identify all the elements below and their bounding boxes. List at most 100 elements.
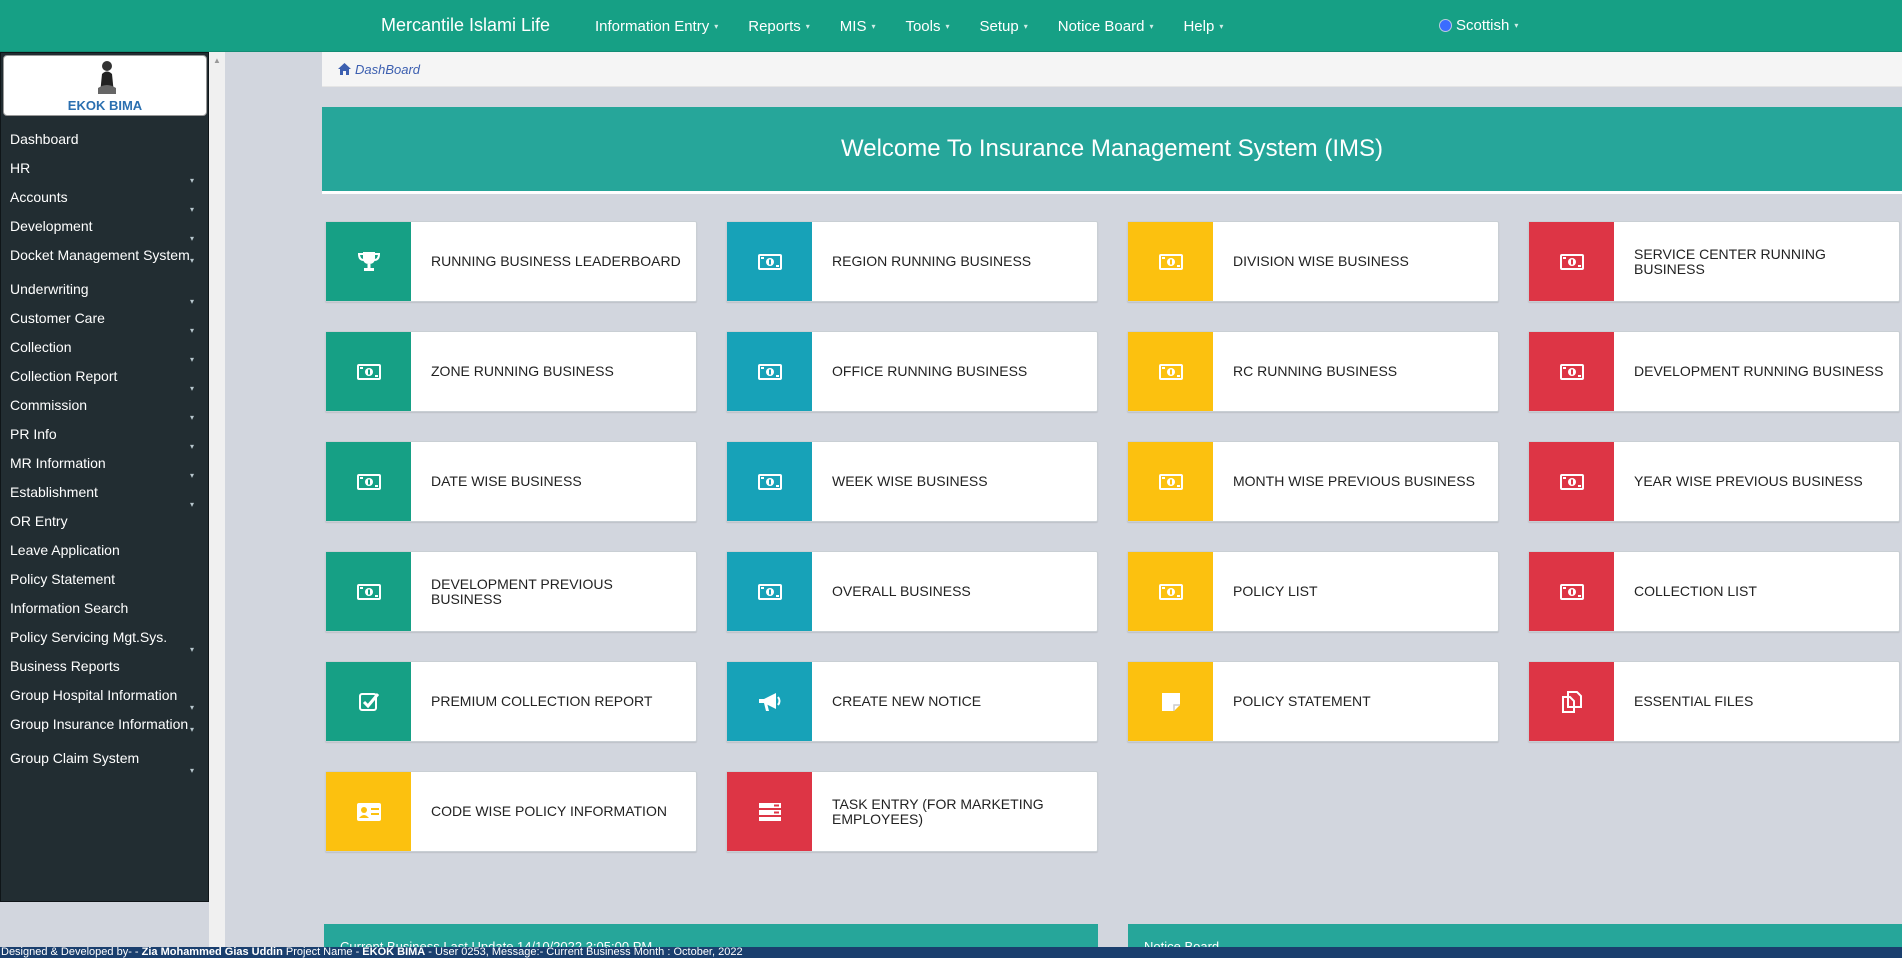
tile-week-wise-business[interactable]: WEEK WISE BUSINESS xyxy=(726,441,1098,522)
sidebar-item-hr[interactable]: HR ▾ xyxy=(1,154,208,185)
scroll-up-icon[interactable]: ▲ xyxy=(213,56,221,65)
sidebar-scrollbar[interactable]: ▲ xyxy=(209,52,225,947)
nav-setup[interactable]: Setup ▾ xyxy=(965,0,1043,52)
tile-development-running-business[interactable]: DEVELOPMENT RUNNING BUSINESS xyxy=(1528,331,1900,412)
user-name: Scottish xyxy=(1456,17,1510,34)
nav-label: Information Entry xyxy=(595,17,710,35)
tile-label: MONTH WISE PREVIOUS BUSINESS xyxy=(1233,473,1475,489)
sidebar-item-label: Group Claim System xyxy=(10,750,140,766)
caret-down-icon: ▾ xyxy=(1023,21,1028,31)
tile-overall-business[interactable]: OVERALL BUSINESS xyxy=(726,551,1098,632)
sidebar-item-mr-information[interactable]: MR Information ▾ xyxy=(1,449,208,480)
sidebar-item-label: PR Info xyxy=(10,426,57,442)
nav-information-entry[interactable]: Information Entry ▾ xyxy=(580,0,733,52)
sidebar-menu: Dashboard HR ▾ Accounts ▾ Development ▾ Docket … xyxy=(1,125,208,775)
tile-division-wise-business[interactable]: DIVISION WISE BUSINESS xyxy=(1127,221,1499,302)
nav-notice-board[interactable]: Notice Board ▾ xyxy=(1043,0,1169,52)
sidebar-item-customer-care[interactable]: Customer Care ▾ xyxy=(1,304,208,335)
nav-reports[interactable]: Reports ▾ xyxy=(733,0,825,52)
footer-user: - User 0253 xyxy=(425,947,486,958)
sidebar-item-development[interactable]: Development ▾ xyxy=(1,212,208,243)
sidebar-item-docket-management-system[interactable]: Docket Management System ▾ xyxy=(1,241,208,275)
sidebar-item-group-insurance-information[interactable]: Group Insurance Information ▾ xyxy=(1,710,208,744)
tile-rc-running-business[interactable]: RC RUNNING BUSINESS xyxy=(1127,331,1499,412)
sidebar-item-label: Establishment xyxy=(10,484,98,500)
tile-label: OVERALL BUSINESS xyxy=(832,583,971,599)
tile-running-business-leaderboard[interactable]: RUNNING BUSINESS LEADERBOARD xyxy=(325,221,697,302)
welcome-banner: Welcome To Insurance Management System (… xyxy=(322,107,1902,194)
tile-create-new-notice[interactable]: CREATE NEW NOTICE xyxy=(726,661,1098,742)
tile-label: OFFICE RUNNING BUSINESS xyxy=(832,363,1028,379)
sidebar-item-dashboard[interactable]: Dashboard xyxy=(1,125,208,154)
sidebar-item-label: Docket Management System xyxy=(10,247,190,263)
money-icon xyxy=(1128,332,1213,411)
brand-title[interactable]: Mercantile Islami Life xyxy=(381,15,550,36)
sidebar-item-accounts[interactable]: Accounts ▾ xyxy=(1,183,208,214)
tile-premium-collection-report[interactable]: PREMIUM COLLECTION REPORT xyxy=(325,661,697,742)
sidebar-item-establishment[interactable]: Establishment ▾ xyxy=(1,478,208,509)
sidebar-item-underwriting[interactable]: Underwriting ▾ xyxy=(1,275,208,306)
user-menu[interactable]: Scottish ▾ xyxy=(1439,17,1518,34)
sidebar-item-policy-servicing-mgt-sys[interactable]: Policy Servicing Mgt.Sys. ▾ xyxy=(1,623,208,654)
tile-label: DATE WISE BUSINESS xyxy=(431,473,582,489)
tile-date-wise-business[interactable]: DATE WISE BUSINESS xyxy=(325,441,697,522)
money-icon xyxy=(1128,442,1213,521)
sidebar-item-label: Business Reports xyxy=(10,658,120,674)
breadcrumb-link-dashboard[interactable]: DashBoard xyxy=(355,62,420,77)
tile-policy-statement[interactable]: POLICY STATEMENT xyxy=(1127,661,1499,742)
tile-code-wise-policy-information[interactable]: CODE WISE POLICY INFORMATION xyxy=(325,771,697,852)
tile-label: COLLECTION LIST xyxy=(1634,583,1757,599)
sidebar-item-collection[interactable]: Collection ▾ xyxy=(1,333,208,364)
sidebar-item-group-claim-system[interactable]: Group Claim System ▾ xyxy=(1,744,208,775)
tile-office-running-business[interactable]: OFFICE RUNNING BUSINESS xyxy=(726,331,1098,412)
nav-help[interactable]: Help ▾ xyxy=(1168,0,1238,52)
user-icon xyxy=(1439,19,1452,32)
tile-region-running-business[interactable]: REGION RUNNING BUSINESS xyxy=(726,221,1098,302)
tile-year-wise-previous-business[interactable]: YEAR WISE PREVIOUS BUSINESS xyxy=(1528,441,1900,522)
tile-essential-files[interactable]: ESSENTIAL FILES xyxy=(1528,661,1900,742)
tile-collection-list[interactable]: COLLECTION LIST xyxy=(1528,551,1900,632)
sidebar-item-business-reports[interactable]: Business Reports xyxy=(1,652,208,681)
sidebar-item-pr-info[interactable]: PR Info ▾ xyxy=(1,420,208,451)
sidebar-item-label: Customer Care xyxy=(10,310,105,326)
sidebar-item-or-entry[interactable]: OR Entry xyxy=(1,507,208,536)
tile-task-entry-for-marketing-employees[interactable]: TASK ENTRY (FOR MARKETING EMPLOYEES) xyxy=(726,771,1098,852)
welcome-title: Welcome To Insurance Management System (… xyxy=(841,135,1383,162)
tile-label: CODE WISE POLICY INFORMATION xyxy=(431,803,667,819)
nav-label: Notice Board xyxy=(1057,17,1145,35)
tile-label: POLICY STATEMENT xyxy=(1233,693,1371,709)
tile-development-previous-business[interactable]: DEVELOPMENT PREVIOUS BUSINESS xyxy=(325,551,697,632)
top-navbar: Mercantile Islami Life Information Entry… xyxy=(0,0,1902,52)
sidebar-item-label: Accounts xyxy=(10,189,68,205)
tile-service-center-running-business[interactable]: SERVICE CENTER RUNNING BUSINESS xyxy=(1528,221,1900,302)
sidebar-item-collection-report[interactable]: Collection Report ▾ xyxy=(1,362,208,393)
caret-down-icon: ▾ xyxy=(189,765,194,775)
tile-policy-list[interactable]: POLICY LIST xyxy=(1127,551,1499,632)
tile-label: DEVELOPMENT RUNNING BUSINESS xyxy=(1634,363,1884,379)
sidebar-item-leave-application[interactable]: Leave Application xyxy=(1,536,208,565)
caret-down-icon: ▾ xyxy=(1219,21,1224,31)
money-icon xyxy=(727,552,812,631)
sidebar-item-information-search[interactable]: Information Search xyxy=(1,594,208,623)
tile-label: TASK ENTRY (FOR MARKETING EMPLOYEES) xyxy=(832,795,1044,827)
sidebar-item-policy-statement[interactable]: Policy Statement xyxy=(1,565,208,594)
sidebar-item-commission[interactable]: Commission ▾ xyxy=(1,391,208,422)
megaphone-icon xyxy=(727,662,812,741)
tile-label: RUNNING BUSINESS LEADERBOARD xyxy=(431,253,681,269)
sidebar-item-label: Group Hospital Information xyxy=(10,687,178,703)
sidebar-item-label: OR Entry xyxy=(10,513,68,529)
sticky-note-icon xyxy=(1128,662,1213,741)
nav-tools[interactable]: Tools ▾ xyxy=(890,0,964,52)
money-icon xyxy=(326,442,411,521)
tile-label: RC RUNNING BUSINESS xyxy=(1233,363,1398,379)
notice-board-panel-header: Notice Board xyxy=(1128,924,1902,947)
tile-label: WEEK WISE BUSINESS xyxy=(832,473,988,489)
sidebar-item-group-hospital-information[interactable]: Group Hospital Information ▾ xyxy=(1,681,208,712)
sidebar-item-label: Development xyxy=(10,218,93,234)
nav-mis[interactable]: MIS ▾ xyxy=(825,0,891,52)
sidebar-item-label: MR Information xyxy=(10,455,106,471)
sidebar-item-label: Commission xyxy=(10,397,88,413)
tile-zone-running-business[interactable]: ZONE RUNNING BUSINESS xyxy=(325,331,697,412)
logo: EKOK BIMA xyxy=(3,55,207,116)
tile-month-wise-previous-business[interactable]: MONTH WISE PREVIOUS BUSINESS xyxy=(1127,441,1499,522)
